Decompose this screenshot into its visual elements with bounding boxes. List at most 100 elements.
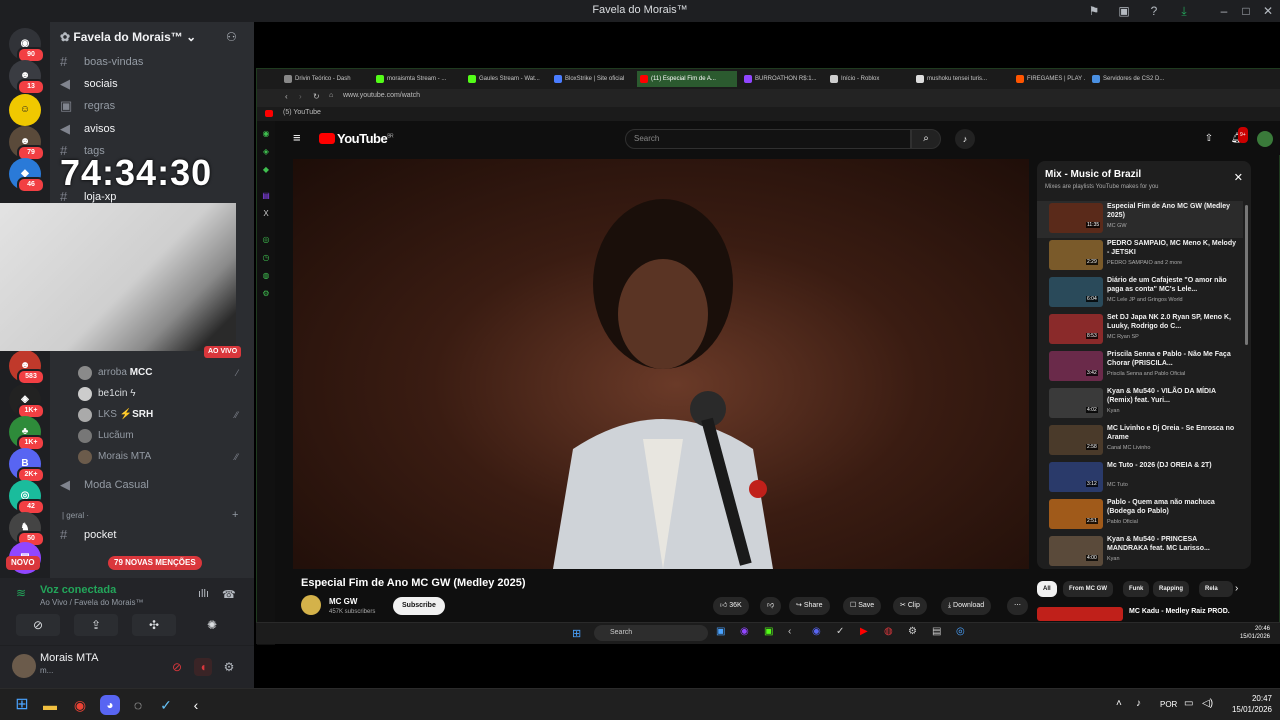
mix-item[interactable]: 4:02 Kyan & Mu540 - VILÃO DA MÍDIA (Remix… [1037,386,1243,423]
chip-related[interactable]: Rela [1199,581,1233,597]
network-icon[interactable]: ▭ [1184,698,1193,709]
upload-icon[interactable]: ⇧ [1201,131,1217,147]
download-icon[interactable]: ⤓ [1176,3,1192,19]
app-icon[interactable]: ‹ [186,695,206,715]
search-icon[interactable]: ⌕ [911,129,941,149]
browser-tab[interactable]: FIREGAMES | PLAY ... [1013,71,1085,87]
back-icon[interactable]: ‹ [285,92,288,101]
noise-icon[interactable]: ıllı [198,588,209,600]
share-button[interactable]: ↪ Share [789,597,830,615]
chip-from-channel[interactable]: From MC GW [1063,581,1113,597]
voice-user[interactable]: arroba MCC ⁄ [78,363,248,383]
discord-icon[interactable]: ◕ [100,695,120,715]
server-icon[interactable]: ♞ 50 [9,512,45,547]
channel-regras[interactable]: ▣ regras [56,96,246,116]
channel-avatar[interactable] [301,595,321,615]
minimize-icon[interactable]: – [1216,3,1232,19]
channel-name[interactable]: MC GW [329,597,357,606]
server-icon[interactable]: ◆ 46 [9,158,45,193]
inbox-icon[interactable]: ⚑ [1086,3,1102,19]
channel-boas-vindas[interactable]: # boas-vindas [56,52,246,72]
windows-start-icon[interactable]: ⊞ [12,695,32,715]
headphones-muted-icon[interactable]: ◖ [194,658,212,676]
add-channel-icon[interactable]: + [232,509,238,521]
browser-tab[interactable]: Drivin Teórico - Dash [281,71,369,87]
sidebar-icon[interactable]: ◎ [261,235,271,245]
youtube-search-input[interactable]: Search [625,129,911,149]
sidebar-icon[interactable]: ◍ [261,271,271,281]
scrollbar[interactable] [1245,205,1248,345]
voice-user[interactable]: Morais MTA ⁄⁄ [78,447,248,467]
browser-tab[interactable]: Início - Roblox [827,71,909,87]
voice-user[interactable]: Lucãum [78,426,248,446]
notifications-bell-icon[interactable]: 🔔︎ 9+ [1229,127,1248,147]
disconnect-icon[interactable]: ☎ [222,588,236,601]
input-language[interactable]: POR [1160,700,1177,709]
sidebar-icon[interactable]: ◆ [261,165,271,175]
browser-tab[interactable]: BloxStrike | Site oficial [551,71,633,87]
dm-home-button[interactable]: ◉ 90 [9,28,45,63]
mix-item[interactable]: 2:58 MC Livinho e Dj Oreia - Se Enrosca n… [1037,423,1243,460]
channel-pocket[interactable]: # pocket [56,525,246,545]
video-player[interactable] [293,159,1029,569]
mix-item[interactable]: 11:35 Especial Fim de Ano MC GW (Medley 2… [1037,201,1243,238]
chip-funk[interactable]: Funk [1123,581,1150,597]
chrome-icon[interactable]: ◉ [70,695,90,715]
category-geral[interactable]: | geral · [62,511,89,520]
mix-item[interactable]: 3:12 Mc Tuto - 2026 (DJ OREIA & 2T) MC Tut… [1037,460,1243,497]
app-icon[interactable]: ✓ [156,695,176,715]
clip-button[interactable]: ✂ Clip [893,597,927,615]
bookmark-youtube[interactable]: (5) YouTube [283,109,321,116]
channel-avisos[interactable]: ◀ avisos [56,119,246,139]
browser-tab[interactable]: moraismta Stream - ... [373,71,461,87]
next-video-thumbnail[interactable] [1037,607,1123,621]
invite-icon[interactable]: ⚇ [226,30,237,44]
like-button[interactable]: 👍︎ 36K [713,597,749,615]
screen-share-button[interactable]: ⇪ [74,614,118,636]
help-icon[interactable]: ? [1146,3,1162,19]
channel-sociais[interactable]: ◀ sociais [56,74,246,94]
server-icon[interactable]: ☺ [9,94,41,126]
server-icon[interactable]: ◎ 42 [9,480,45,515]
browser-tab[interactable]: mushoku tensei turis... [913,71,1009,87]
sidebar-icon[interactable]: ◷ [261,253,271,263]
screen-icon[interactable]: ▣ [1116,3,1132,19]
guild-header[interactable]: ✿ Favela do Morais™ ⌄ [50,22,254,54]
browser-tab[interactable]: (11) Especial Fim de A... [637,71,737,87]
subscribe-button[interactable]: Subscribe [393,597,445,615]
youtube-logo[interactable]: YouTubeBR [319,131,394,146]
file-explorer-icon[interactable]: ▬ [40,695,60,715]
close-icon[interactable]: ✕ [1260,3,1276,19]
close-icon[interactable]: ✕ [1234,171,1243,184]
twitch-icon[interactable]: ▤ [261,191,271,201]
soundboard-button[interactable]: ✺ [190,614,234,636]
tray-chevron-icon[interactable]: ˄ [1116,698,1122,709]
dislike-button[interactable]: 👎︎ [760,597,782,615]
download-button[interactable]: ⤓ Download [941,597,992,615]
browser-tab[interactable]: Servidores de CS2 D... [1089,71,1191,87]
reload-icon[interactable]: ↻ [313,92,320,101]
settings-gear-icon[interactable]: ⚙ [220,658,238,676]
volume-icon[interactable]: ◁) [1202,698,1213,709]
mix-item[interactable]: 2:51 Pablo - Quem ama não machuca (Bodega… [1037,497,1243,534]
forward-icon[interactable]: › [299,92,302,101]
mic-muted-icon[interactable]: ⊘ [168,658,186,676]
server-icon[interactable]: ♣ 1K+ [9,416,45,451]
server-icon[interactable]: ☻ 583 [9,350,45,385]
activities-button[interactable]: ✣ [132,614,176,636]
new-mentions-pill[interactable]: 79 NOVAS MENÇÕES [108,556,202,570]
server-icon[interactable]: B 2K+ [9,448,45,483]
menu-icon[interactable]: ≡ [293,130,301,145]
server-icon[interactable]: ☻ 13 [9,60,45,95]
app-icon[interactable]: ◌ [128,695,148,715]
system-clock[interactable]: 20:47 15/01/2026 [1232,693,1272,715]
mix-item[interactable]: 4:00 Kyan & Mu540 - PRINCESA MANDRAKA fea… [1037,534,1243,569]
account-avatar[interactable] [1257,131,1273,147]
browser-tab[interactable]: Gaules Stream - Wat... [465,71,547,87]
sidebar-icon[interactable]: ⚙ [261,289,271,299]
x-icon[interactable]: X [261,209,271,219]
next-video-title[interactable]: MC Kadu - Medley Raiz PROD. [1129,608,1230,615]
chip-all[interactable]: All [1037,581,1057,597]
mic-icon[interactable]: ♪ [955,129,975,149]
maximize-icon[interactable]: □ [1238,3,1254,19]
